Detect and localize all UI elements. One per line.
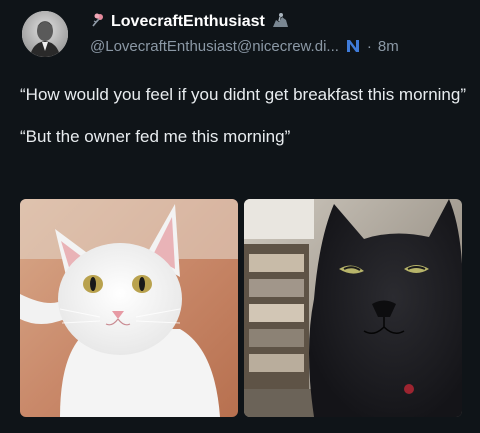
- white-cat-image[interactable]: [20, 199, 238, 417]
- black-cat-image[interactable]: [244, 199, 462, 417]
- post-line-2: “But the owner fed me this morning”: [20, 127, 291, 146]
- meta-separator: ·: [366, 37, 372, 55]
- post-card[interactable]: LovecraftEnthusiast @LovecraftEnthusiast…: [0, 0, 480, 433]
- media-gallery: [20, 199, 462, 417]
- author-handle[interactable]: @LovecraftEnthusiast@nicecrew.di...: [90, 38, 339, 55]
- post-line-1: “How would you feel if you didnt get bre…: [20, 85, 467, 104]
- author-display-name[interactable]: LovecraftEnthusiast: [111, 13, 265, 31]
- n-logo-icon: [345, 38, 361, 54]
- author-meta-row: @LovecraftEnthusiast@nicecrew.di... · 8m: [90, 36, 399, 56]
- avatar[interactable]: [22, 11, 68, 57]
- rider-icon: [270, 11, 290, 34]
- post-timestamp[interactable]: 8m: [378, 38, 399, 55]
- flower-icon: [90, 12, 106, 33]
- author-name-row: LovecraftEnthusiast: [90, 12, 290, 32]
- post-body: “How would you feel if you didnt get bre…: [20, 84, 468, 168]
